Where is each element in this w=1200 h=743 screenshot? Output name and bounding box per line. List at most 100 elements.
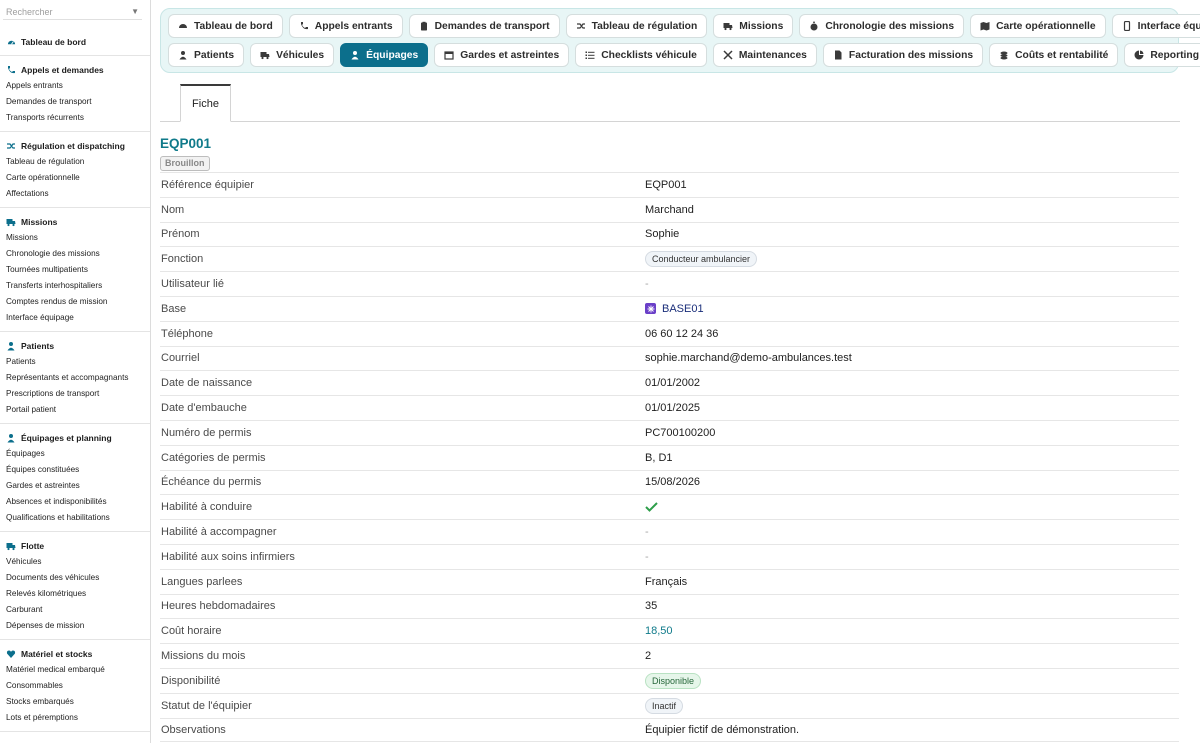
- tab-missions[interactable]: Missions: [713, 14, 794, 38]
- field-row: Référence équipier EQP001: [160, 172, 1179, 197]
- field-row: Coût horaire 18,50: [160, 618, 1179, 643]
- sidebar-item[interactable]: Consommables: [0, 678, 150, 694]
- sidebar-item[interactable]: Lots et péremptions: [0, 710, 150, 726]
- calendar-icon: [444, 50, 454, 60]
- tab-carte-operationnelle[interactable]: Carte opérationnelle: [970, 14, 1106, 38]
- sidebar-item[interactable]: Absences et indisponibilités: [0, 494, 150, 510]
- tab-label: Tableau de bord: [194, 20, 273, 32]
- chevron-down-icon[interactable]: ▼: [131, 7, 139, 16]
- record-subtabs: Fiche: [160, 84, 1180, 122]
- sidebar-item[interactable]: Prescriptions de transport: [0, 386, 150, 402]
- tab-maintenances[interactable]: Maintenances: [712, 43, 817, 67]
- tab-demandes-de-transport[interactable]: Demandes de transport: [408, 14, 560, 38]
- sidebar-item[interactable]: Demandes de transport: [0, 94, 150, 110]
- field-value: -: [645, 278, 649, 291]
- field-value: Conducteur ambulancier: [645, 251, 1179, 268]
- sidebar-item[interactable]: Documents des véhicules: [0, 570, 150, 586]
- tools-icon: [723, 50, 733, 60]
- sidebar-item[interactable]: Équipes constituées: [0, 462, 150, 478]
- sidebar-item[interactable]: Comptes rendus de mission: [0, 294, 150, 310]
- field-row: Nom Marchand: [160, 196, 1179, 222]
- tab-label: Chronologie des missions: [825, 20, 955, 32]
- sidebar-group-header[interactable]: Régulation et dispatching: [0, 138, 150, 154]
- field-label: Échéance du permis: [161, 476, 262, 489]
- tab-reporting[interactable]: Reporting: [1124, 43, 1200, 67]
- field-value: 01/01/2002: [645, 377, 701, 390]
- tab-vehicules[interactable]: Véhicules: [250, 43, 335, 67]
- sidebar-group: Patients Patients Représentants et accompa…: [0, 332, 150, 424]
- sidebar-group: Appels et demandes Appels entrants Demande…: [0, 56, 150, 132]
- tab-row-1: Tableau de bord Appels entrants Demandes d…: [168, 14, 1200, 38]
- field-row: Heures hebdomadaires 35: [160, 593, 1179, 619]
- sidebar-group-header[interactable]: Équipages et planning: [0, 430, 150, 446]
- field-row: Habilité à accompagner -: [160, 519, 1179, 544]
- sidebar-item[interactable]: Gardes et astreintes: [0, 478, 150, 494]
- sidebar-item[interactable]: Tableau de régulation: [0, 154, 150, 170]
- sidebar-item[interactable]: Appels entrants: [0, 78, 150, 94]
- sidebar-item[interactable]: Carburant: [0, 602, 150, 618]
- tab-equipages[interactable]: Équipages: [340, 43, 429, 67]
- search-placeholder: Rechercher: [6, 6, 53, 17]
- tab-checklists-vehicule[interactable]: Checklists véhicule: [575, 43, 707, 67]
- sidebar-group-header[interactable]: Appels et demandes: [0, 62, 150, 78]
- sidebar-item[interactable]: Carte opérationnelle: [0, 170, 150, 186]
- sidebar-item[interactable]: Stocks embarqués: [0, 694, 150, 710]
- sidebar-group-header[interactable]: Matériel et stocks: [0, 646, 150, 662]
- sidebar-item[interactable]: Tournées multipatients: [0, 262, 150, 278]
- sidebar-item[interactable]: Transports récurrents: [0, 110, 150, 126]
- sidebar-group-header[interactable]: Flotte: [0, 538, 150, 554]
- field-row: Base BASE01: [160, 295, 1179, 321]
- sidebar-item[interactable]: Missions: [0, 230, 150, 246]
- tab-fiche[interactable]: Fiche: [180, 84, 231, 122]
- field-label: Nom: [161, 203, 185, 216]
- sidebar-group-header[interactable]: Patients: [0, 338, 150, 354]
- sidebar-group: Matériel et stocks Matériel medical embar…: [0, 640, 150, 732]
- sidebar-group: Régulation et dispatching Tableau de régu…: [0, 132, 150, 208]
- person-icon: [350, 50, 360, 60]
- sidebar-item[interactable]: Relevés kilométriques: [0, 586, 150, 602]
- tab-couts-et-rentabilite[interactable]: Coûts et rentabilité: [989, 43, 1119, 67]
- sidebar-item[interactable]: Véhicules: [0, 554, 150, 570]
- field-label: Coût horaire: [161, 625, 222, 638]
- search-input[interactable]: Rechercher ▼: [3, 4, 142, 20]
- sidebar-group-title: Matériel et stocks: [21, 649, 93, 659]
- field-row: Observations Équipier fictif de démonstra…: [160, 717, 1179, 743]
- tab-patients[interactable]: Patients: [168, 43, 245, 67]
- tab-label: Reporting: [1150, 49, 1199, 61]
- sidebar-item-dashboard[interactable]: Tableau de bord: [0, 34, 150, 50]
- field-label: Heures hebdomadaires: [161, 600, 276, 613]
- tab-facturation-des-missions[interactable]: Facturation des missions: [822, 43, 984, 67]
- field-value: EQP001: [645, 178, 687, 191]
- person-icon: [6, 433, 16, 443]
- sidebar-item[interactable]: Matériel medical embarqué: [0, 662, 150, 678]
- sidebar-item[interactable]: Équipages: [0, 446, 150, 462]
- status-badge: Brouillon: [160, 156, 210, 171]
- field-label: Date d'embauche: [161, 402, 247, 415]
- sidebar-item[interactable]: Portail patient: [0, 402, 150, 418]
- field-row: Date de naissance 01/01/2002: [160, 370, 1179, 395]
- sidebar-item[interactable]: Dépenses de mission: [0, 618, 150, 634]
- tab-gardes-et-astreintes[interactable]: Gardes et astreintes: [434, 43, 570, 67]
- tab-tableau-de-bord[interactable]: Tableau de bord: [168, 14, 283, 38]
- truck-icon: [723, 21, 733, 31]
- sidebar-item[interactable]: Chronologie des missions: [0, 246, 150, 262]
- field-row: Langues parlees Français: [160, 568, 1179, 594]
- sidebar-item[interactable]: Patients: [0, 354, 150, 370]
- sidebar-item[interactable]: Interface équipage: [0, 310, 150, 326]
- field-label: Langues parlees: [161, 575, 243, 588]
- sidebar-item[interactable]: Transferts interhospitaliers: [0, 278, 150, 294]
- tab-appels-entrants[interactable]: Appels entrants: [288, 14, 403, 38]
- sidebar-group-header[interactable]: Missions: [0, 214, 150, 230]
- person-icon: [6, 341, 16, 351]
- field-label: Statut de l'équipier: [161, 699, 252, 712]
- tab-chronologie-des-missions[interactable]: Chronologie des missions: [799, 14, 965, 38]
- tab-label: Maintenances: [738, 49, 807, 61]
- sidebar-item[interactable]: Affectations: [0, 186, 150, 202]
- sidebar-group: Missions Missions Chronologie des missions…: [0, 208, 150, 332]
- sidebar-item[interactable]: Représentants et accompagnants: [0, 370, 150, 386]
- base-link[interactable]: BASE01: [662, 303, 704, 315]
- tab-interface-equipage[interactable]: Interface équipage: [1111, 14, 1200, 38]
- field-row: Courriel sophie.marchand@demo-ambulances.…: [160, 345, 1179, 371]
- sidebar-item[interactable]: Qualifications et habilitations: [0, 510, 150, 526]
- tab-tableau-de-regulation[interactable]: Tableau de régulation: [565, 14, 708, 38]
